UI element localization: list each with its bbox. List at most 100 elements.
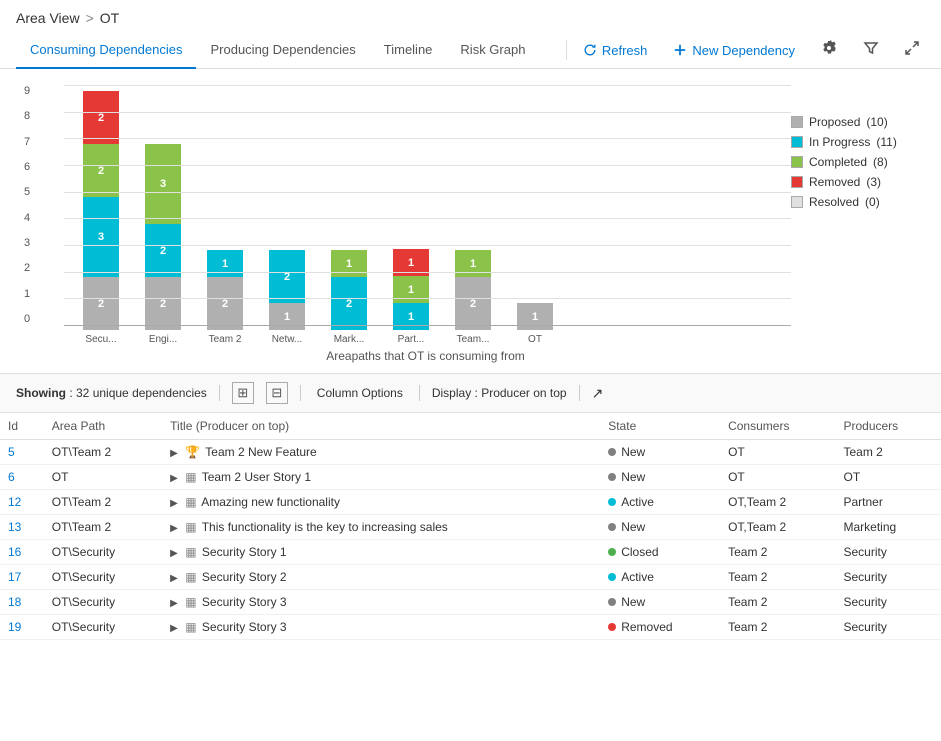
- state-dot: [608, 498, 616, 506]
- row-type-icon: ▦: [185, 545, 196, 559]
- row-title: This functionality is the key to increas…: [202, 520, 448, 534]
- legend-resolved-color: [791, 196, 803, 208]
- bar-ot-label: OT: [510, 334, 560, 345]
- nav-bar: Consuming Dependencies Producing Depende…: [0, 32, 941, 69]
- bar-team-label: Team...: [448, 334, 498, 345]
- bar-mark-label: Mark...: [324, 334, 374, 345]
- state-text: New: [621, 520, 645, 534]
- y-label-0: 0: [24, 313, 30, 325]
- expand-button[interactable]: [899, 37, 925, 64]
- row-state: New: [600, 465, 720, 490]
- bar-netw-label: Netw...: [262, 334, 312, 345]
- row-expand-icon[interactable]: ▶: [170, 448, 178, 459]
- filter-icon: [863, 40, 879, 56]
- row-area-path: OT\Security: [44, 590, 162, 615]
- column-options-button[interactable]: Column Options: [313, 384, 407, 402]
- row-title-cell: ▶ ▦ Security Story 1: [162, 540, 600, 565]
- legend-removed: Removed (3): [791, 175, 921, 189]
- row-area-path: OT\Security: [44, 540, 162, 565]
- bar-team2[interactable]: 2 1 Team 2: [200, 250, 250, 345]
- row-producers: Security: [835, 615, 941, 640]
- bar-netw[interactable]: 1 2 Netw...: [262, 250, 312, 345]
- row-expand-icon[interactable]: ▶: [170, 523, 178, 534]
- row-expand-icon[interactable]: ▶: [170, 623, 178, 634]
- legend-removed-label: Removed: [809, 175, 860, 189]
- row-title-cell: ▶ ▦ This functionality is the key to inc…: [162, 515, 600, 540]
- bar-secu-completed: 2: [83, 144, 119, 197]
- y-label-5: 5: [24, 186, 30, 198]
- breadcrumb-separator: >: [86, 10, 94, 26]
- y-label-2: 2: [24, 262, 30, 274]
- legend-removed-count: (3): [866, 175, 881, 189]
- bar-secu[interactable]: 2 3 2 2 Secu...: [76, 91, 126, 345]
- toolbar-divider-2: [300, 385, 301, 401]
- row-id-link[interactable]: 17: [8, 570, 21, 584]
- table-row: 6 OT ▶ ▦ Team 2 User Story 1 New OT OT: [0, 465, 941, 490]
- col-title: Title (Producer on top): [162, 413, 600, 440]
- tab-consuming-dependencies[interactable]: Consuming Dependencies: [16, 32, 196, 69]
- breadcrumb-root[interactable]: Area View: [16, 10, 80, 26]
- legend-inprogress-color: [791, 136, 803, 148]
- row-area-path: OT\Team 2: [44, 490, 162, 515]
- legend-completed: Completed (8): [791, 155, 921, 169]
- row-state: Active: [600, 490, 720, 515]
- row-area-path: OT\Security: [44, 615, 162, 640]
- nav-tabs: Consuming Dependencies Producing Depende…: [16, 32, 556, 68]
- table-row: 16 OT\Security ▶ ▦ Security Story 1 Clos…: [0, 540, 941, 565]
- row-title: Team 2 User Story 1: [202, 470, 311, 484]
- row-title: Security Story 3: [202, 620, 287, 634]
- y-label-9: 9: [24, 85, 30, 97]
- row-title-cell: ▶ ▦ Security Story 3: [162, 590, 600, 615]
- legend-removed-color: [791, 176, 803, 188]
- table-row: 18 OT\Security ▶ ▦ Security Story 3 New …: [0, 590, 941, 615]
- bar-part[interactable]: 1 1 1 Part...: [386, 249, 436, 345]
- bar-team2-inprogress: 1: [207, 250, 243, 277]
- bar-part-inprogress: 1: [393, 303, 429, 330]
- row-area-path: OT\Team 2: [44, 515, 162, 540]
- bar-engi-label: Engi...: [138, 334, 188, 345]
- row-state: Removed: [600, 615, 720, 640]
- row-id-link[interactable]: 18: [8, 595, 21, 609]
- row-state: New: [600, 515, 720, 540]
- settings-button[interactable]: [815, 36, 843, 65]
- table-row: 17 OT\Security ▶ ▦ Security Story 2 Acti…: [0, 565, 941, 590]
- state-dot: [608, 623, 616, 631]
- legend-proposed-color: [791, 116, 803, 128]
- row-title-cell: ▶ ▦ Security Story 3: [162, 615, 600, 640]
- row-expand-icon[interactable]: ▶: [170, 548, 178, 559]
- new-dependency-button[interactable]: New Dependency: [667, 39, 801, 62]
- refresh-button[interactable]: Refresh: [577, 39, 654, 62]
- expand-row-icon[interactable]: ⊞: [232, 382, 254, 404]
- collapse-row-icon[interactable]: ⊟: [266, 382, 288, 404]
- row-id-link[interactable]: 5: [8, 445, 15, 459]
- row-id-link[interactable]: 12: [8, 495, 21, 509]
- row-expand-icon[interactable]: ▶: [170, 473, 178, 484]
- bar-team[interactable]: 2 1 Team...: [448, 250, 498, 345]
- row-producers: Team 2: [835, 440, 941, 465]
- row-expand-icon[interactable]: ▶: [170, 573, 178, 584]
- row-id-link[interactable]: 16: [8, 545, 21, 559]
- tab-producing-dependencies[interactable]: Producing Dependencies: [196, 32, 369, 69]
- y-label-1: 1: [24, 288, 30, 300]
- tab-timeline[interactable]: Timeline: [370, 32, 447, 69]
- row-title-cell: ▶ ▦ Team 2 User Story 1: [162, 465, 600, 490]
- row-id-link[interactable]: 6: [8, 470, 15, 484]
- row-state: New: [600, 440, 720, 465]
- bar-part-completed: 1: [393, 276, 429, 303]
- bar-engi[interactable]: 2 2 3 Engi...: [138, 144, 188, 345]
- row-expand-icon[interactable]: ▶: [170, 598, 178, 609]
- row-expand-icon[interactable]: ▶: [170, 498, 178, 509]
- table-toolbar: Showing : 32 unique dependencies ⊞ ⊟ Col…: [0, 373, 941, 413]
- row-id-link[interactable]: 13: [8, 520, 21, 534]
- legend-completed-count: (8): [873, 155, 888, 169]
- row-id-link[interactable]: 19: [8, 620, 21, 634]
- bar-ot-proposed: 1: [517, 303, 553, 330]
- bar-ot[interactable]: 1 OT: [510, 303, 560, 345]
- filter-button[interactable]: [857, 36, 885, 65]
- bar-mark[interactable]: 2 1 Mark...: [324, 250, 374, 345]
- legend-inprogress-count: (11): [876, 135, 896, 149]
- tab-risk-graph[interactable]: Risk Graph: [446, 32, 539, 69]
- new-dependency-label: New Dependency: [692, 43, 795, 58]
- y-label-6: 6: [24, 161, 30, 173]
- expand-table-icon[interactable]: ↗: [592, 385, 604, 402]
